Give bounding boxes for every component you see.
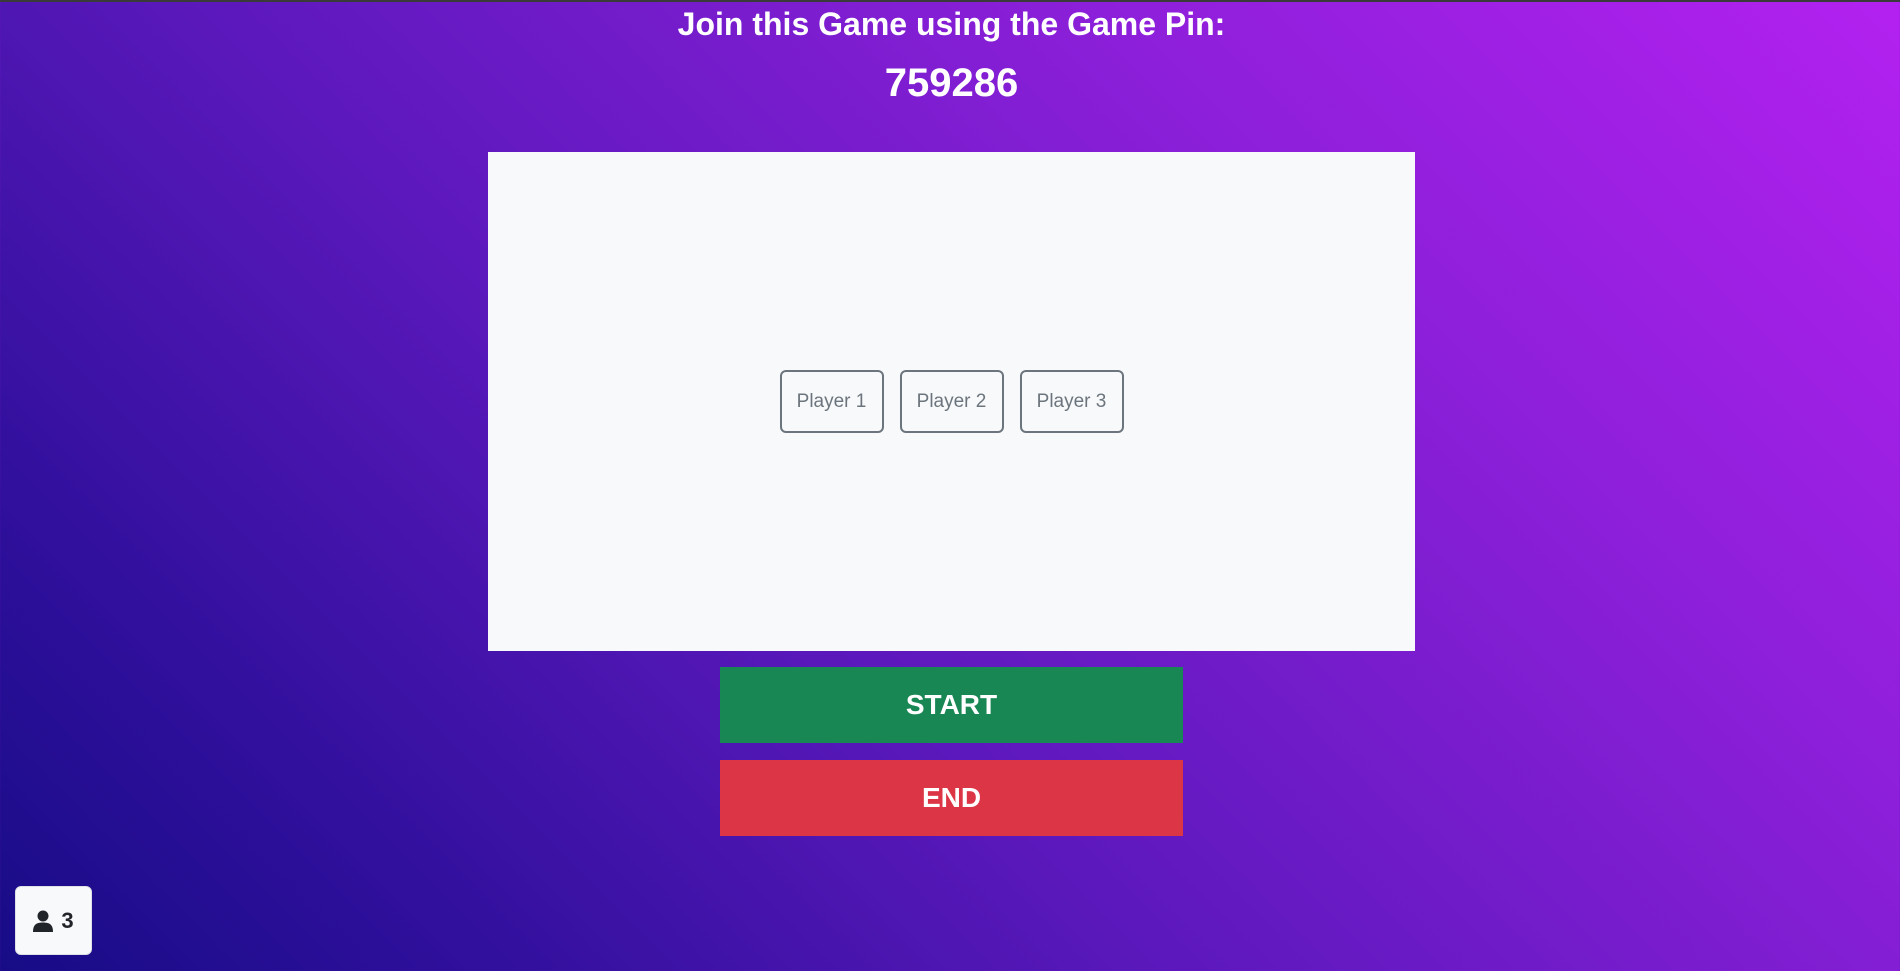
top-divider xyxy=(0,0,1900,2)
player-chip: Player 3 xyxy=(1019,370,1124,433)
end-button[interactable]: END xyxy=(720,760,1183,836)
join-instructions: Join this Game using the Game Pin: xyxy=(677,6,1226,42)
person-icon xyxy=(33,910,54,932)
player-lobby-panel: Player 1 Player 2 Player 3 xyxy=(488,152,1415,651)
player-count-badge: 3 xyxy=(15,886,92,955)
player-chip: Player 2 xyxy=(899,370,1004,433)
game-pin: 759286 xyxy=(884,61,1019,105)
player-count-value: 3 xyxy=(61,907,74,933)
start-button[interactable]: START xyxy=(720,667,1183,743)
player-chip: Player 1 xyxy=(779,370,884,433)
